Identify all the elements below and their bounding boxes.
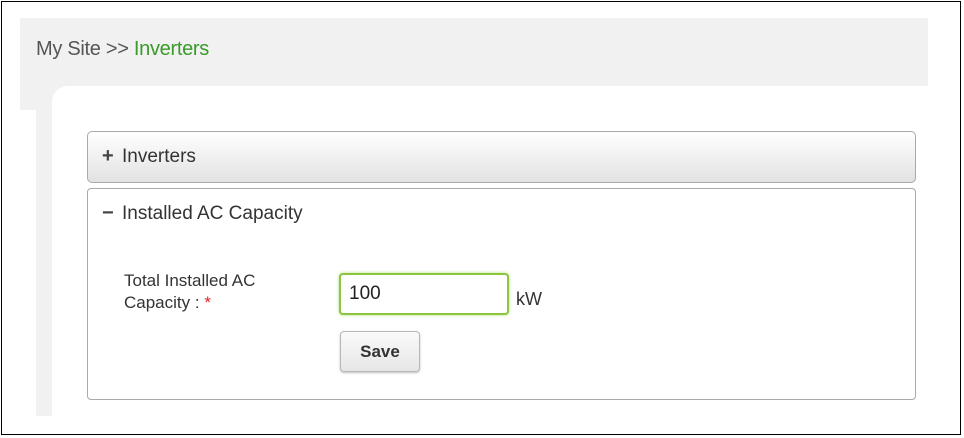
breadcrumb-separator: >> (105, 38, 129, 60)
total-capacity-label-line2: Capacity : (124, 293, 200, 312)
collapse-icon[interactable]: − (102, 202, 114, 225)
installed-ac-capacity-title[interactable]: Installed AC Capacity (122, 203, 303, 225)
inverters-panel-header[interactable]: + Inverters (87, 131, 916, 183)
required-marker: * (204, 293, 211, 312)
breadcrumb-current: Inverters (133, 38, 209, 60)
total-capacity-input[interactable] (339, 273, 509, 315)
expand-icon[interactable]: + (102, 145, 114, 168)
total-capacity-label-line1: Total Installed AC (124, 271, 256, 290)
breadcrumb-root[interactable]: My Site (36, 38, 101, 60)
capacity-unit: kW (516, 289, 542, 309)
total-capacity-label: Total Installed AC Capacity : * (124, 270, 255, 314)
breadcrumb: My Site >> Inverters (36, 38, 209, 61)
inverters-panel-title[interactable]: Inverters (122, 146, 196, 168)
save-button[interactable]: Save (340, 331, 420, 372)
